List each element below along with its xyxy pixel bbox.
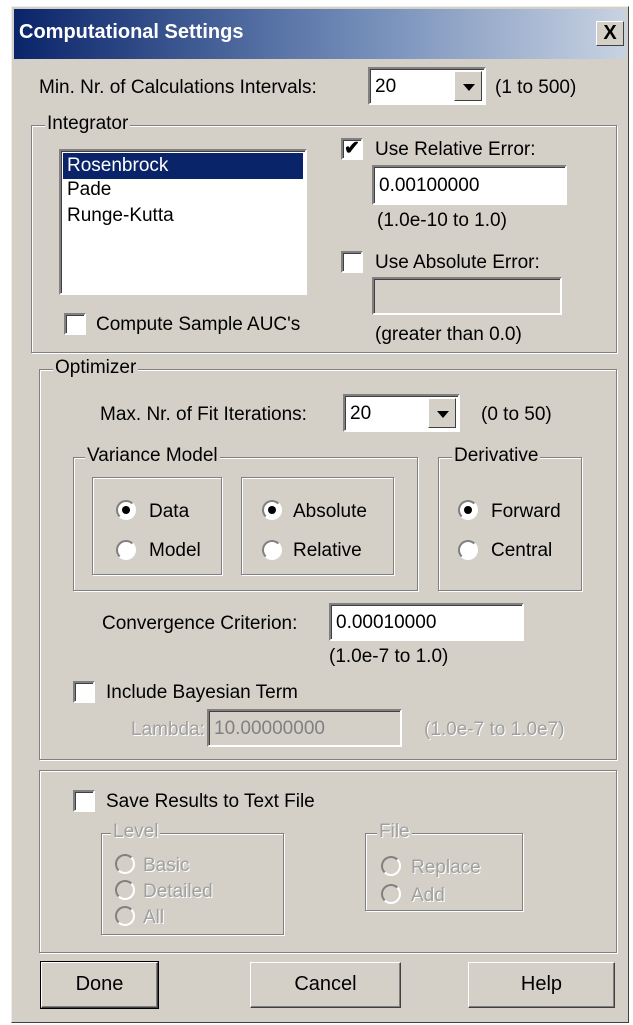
title-bar[interactable]: Computational Settings X — [14, 9, 626, 59]
absolute-error-range: (greater than 0.0) — [375, 324, 522, 345]
compute-auc-checkbox[interactable] — [64, 313, 86, 335]
lambda-range: (1.0e-7 to 1.0e7) — [424, 719, 565, 740]
fit-iterations-label: Max. Nr. of Fit Iterations: — [100, 404, 307, 425]
window-title: Computational Settings — [19, 21, 244, 43]
bayesian-checkbox[interactable] — [73, 681, 95, 703]
all-radio[interactable] — [115, 906, 135, 926]
relative-error-value: 0.00100000 — [379, 175, 480, 196]
convergence-label: Convergence Criterion: — [102, 613, 298, 634]
list-item[interactable]: Pade — [63, 177, 303, 203]
optimizer-legend: Optimizer — [53, 357, 139, 379]
derivative-group — [438, 457, 582, 591]
calc-intervals-value: 20 — [375, 76, 397, 97]
calc-intervals-label: Min. Nr. of Calculations Intervals: — [39, 77, 317, 98]
data-label: Data — [149, 501, 190, 522]
use-absolute-error-label: Use Absolute Error: — [375, 252, 540, 273]
lambda-value: 10.00000000 — [214, 718, 325, 739]
chevron-down-icon[interactable] — [454, 71, 482, 101]
relative-error-range: (1.0e-10 to 1.0) — [377, 210, 507, 231]
absolute-label: Absolute — [293, 501, 367, 522]
help-button[interactable]: Help — [468, 962, 615, 1008]
relative-error-input[interactable]: 0.00100000 — [372, 165, 567, 205]
use-relative-error-label: Use Relative Error: — [375, 139, 536, 160]
bayesian-label: Include Bayesian Term — [106, 682, 298, 703]
derivative-legend: Derivative — [452, 445, 541, 467]
file-legend: File — [377, 821, 412, 843]
convergence-range: (1.0e-7 to 1.0) — [329, 646, 449, 667]
replace-label: Replace — [411, 857, 481, 878]
basic-radio[interactable] — [115, 854, 135, 874]
fit-iterations-select[interactable]: 20 — [343, 394, 460, 432]
integrator-list[interactable]: Rosenbrock Pade Runge-Kutta — [59, 149, 307, 295]
convergence-input[interactable]: 0.00010000 — [329, 603, 524, 641]
replace-radio[interactable] — [381, 856, 401, 876]
detailed-radio[interactable] — [115, 880, 135, 900]
model-label: Model — [149, 540, 201, 561]
relative-radio[interactable] — [262, 540, 282, 560]
save-results-label: Save Results to Text File — [106, 791, 315, 812]
relative-label: Relative — [293, 540, 362, 561]
fit-iterations-range: (0 to 50) — [481, 404, 552, 425]
absolute-error-input[interactable] — [372, 277, 562, 315]
close-button[interactable]: X — [596, 21, 624, 46]
level-legend: Level — [111, 821, 161, 843]
all-label: All — [143, 907, 165, 928]
save-results-checkbox[interactable] — [73, 790, 95, 812]
detailed-label: Detailed — [143, 881, 213, 902]
integrator-legend: Integrator — [45, 113, 131, 135]
add-label: Add — [411, 885, 445, 906]
data-radio[interactable] — [116, 500, 136, 520]
calc-intervals-select[interactable]: 20 — [368, 67, 486, 105]
central-label: Central — [491, 540, 553, 561]
add-radio[interactable] — [381, 884, 401, 904]
use-relative-error-checkbox[interactable] — [341, 137, 363, 160]
convergence-value: 0.00010000 — [336, 612, 437, 633]
model-radio[interactable] — [116, 540, 136, 560]
forward-label: Forward — [491, 501, 561, 522]
forward-radio[interactable] — [458, 500, 478, 520]
cancel-button[interactable]: Cancel — [250, 962, 401, 1008]
dialog-window: Computational Settings X Min. Nr. of Cal… — [11, 6, 629, 1023]
lambda-input[interactable]: 10.00000000 — [207, 709, 402, 747]
done-button[interactable]: Done — [40, 961, 159, 1009]
calc-intervals-range: (1 to 500) — [495, 77, 577, 98]
use-absolute-error-checkbox[interactable] — [341, 251, 363, 273]
basic-label: Basic — [143, 855, 190, 876]
variance-model-legend: Variance Model — [85, 445, 220, 467]
list-item[interactable]: Rosenbrock — [63, 153, 303, 179]
central-radio[interactable] — [458, 540, 478, 560]
list-item[interactable]: Runge-Kutta — [63, 203, 303, 229]
absolute-radio[interactable] — [262, 500, 282, 520]
compute-auc-label: Compute Sample AUC's — [96, 314, 301, 335]
chevron-down-icon[interactable] — [428, 398, 456, 428]
fit-iterations-value: 20 — [350, 403, 372, 424]
lambda-label: Lambda: — [131, 719, 205, 740]
